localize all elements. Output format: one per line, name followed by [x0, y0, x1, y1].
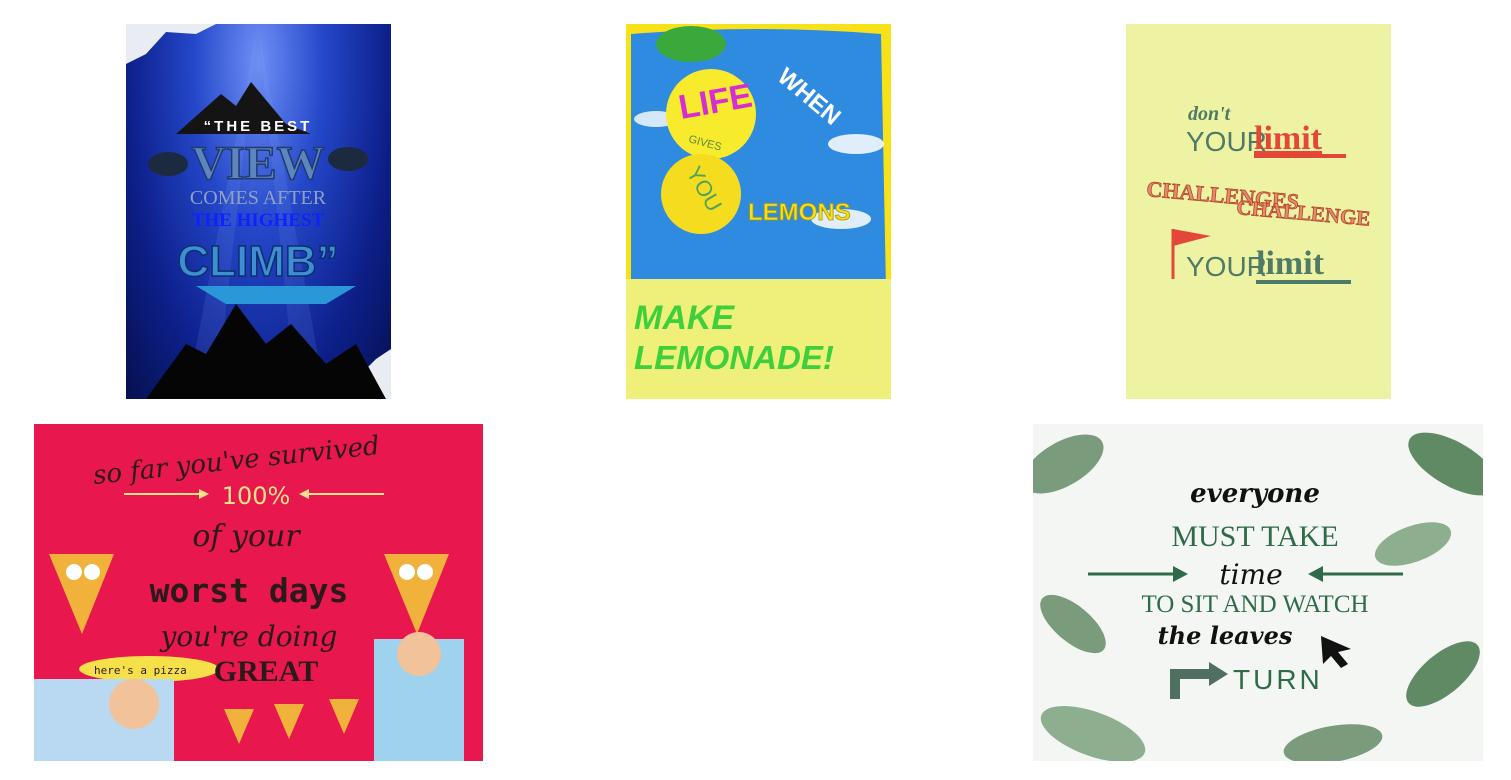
pizza-slice-icon [224, 709, 254, 744]
poster-line: here's a pizza [94, 664, 187, 677]
mountain-silhouette [146, 304, 386, 399]
leaf-icon [1408, 432, 1483, 496]
flag-icon [1173, 229, 1211, 246]
poster-line: don't [1188, 103, 1232, 125]
poster-line: 100% [222, 482, 291, 510]
leaf-icon [1374, 522, 1452, 566]
poster-best-view-art: “THE BEST VIEW COMES AFTER THE HIGHEST C… [126, 24, 391, 399]
binocular-icon [148, 152, 188, 176]
turn-arrow-icon [1170, 669, 1211, 699]
poster-line: of your [192, 519, 301, 554]
sky-panel [631, 29, 886, 289]
binocular-icon [328, 147, 368, 171]
poster-line: TO SIT AND WATCH [1141, 591, 1368, 618]
poster-limits-art: don't YOUR limit CHALLENGES CHALLENGE YO… [1145, 103, 1372, 284]
leaf-icon [1040, 594, 1106, 654]
leaf-icon [1040, 706, 1146, 761]
poster-line: MUST TAKE [1171, 520, 1338, 553]
poster-best-view[interactable]: “THE BEST VIEW COMES AFTER THE HIGHEST C… [126, 24, 391, 399]
poster-line: limit [1254, 120, 1323, 157]
pizza-face-icon [49, 554, 114, 634]
poster-line: CHALLENGE [1236, 195, 1372, 231]
poster-line: LEMONS [748, 199, 851, 226]
poster-line: MAKE [634, 299, 735, 337]
pizza-slice-icon [274, 704, 304, 739]
poster-line: COMES AFTER [190, 187, 327, 209]
underline-bar [1254, 154, 1346, 158]
poster-pizza[interactable]: so far you've survived 100% of your wors… [34, 424, 483, 761]
poster-leaves-art: everyone MUST TAKE time TO SIT AND WATCH… [1033, 432, 1483, 761]
poster-line: THE HIGHEST [192, 210, 325, 231]
leaf-icon [1406, 641, 1480, 707]
poster-line: “THE BEST [204, 118, 313, 135]
poster-line: time [1219, 558, 1282, 591]
leaf-icon [1283, 724, 1383, 761]
cursor-arrow-icon [1321, 636, 1351, 668]
underline-bar [1256, 280, 1351, 284]
poster-leaves[interactable]: everyone MUST TAKE time TO SIT AND WATCH… [1033, 424, 1483, 761]
leaf-icon [1033, 434, 1104, 494]
poster-line: TURN [1233, 664, 1323, 695]
poster-line: limit [1256, 245, 1325, 282]
poster-lemons-art: WHEN LIFE GIVES YOU LEMONS MAKE LEMONADE… [626, 26, 891, 399]
poster-line: GREAT [214, 655, 318, 688]
poster-line: the leaves [1158, 621, 1293, 650]
poster-line: VIEW [191, 137, 324, 190]
poster-line: worst days [150, 571, 349, 610]
poster-line: CLIMB” [177, 237, 338, 286]
poster-limits[interactable]: don't YOUR limit CHALLENGES CHALLENGE YO… [1126, 24, 1391, 399]
poster-line: everyone [1190, 479, 1320, 509]
poster-pizza-art: so far you've survived 100% of your wors… [34, 431, 464, 761]
poster-lemons[interactable]: WHEN LIFE GIVES YOU LEMONS MAKE LEMONADE… [626, 24, 891, 399]
poster-line: you're doing [159, 620, 338, 653]
leaf-icon [656, 26, 726, 62]
pizza-slice-icon [329, 699, 359, 734]
torn-paper-corner [126, 24, 216, 64]
pizza-face-icon [384, 554, 449, 634]
poster-line: LEMONADE! [634, 339, 834, 376]
poster-line: YOUR [1186, 251, 1267, 282]
